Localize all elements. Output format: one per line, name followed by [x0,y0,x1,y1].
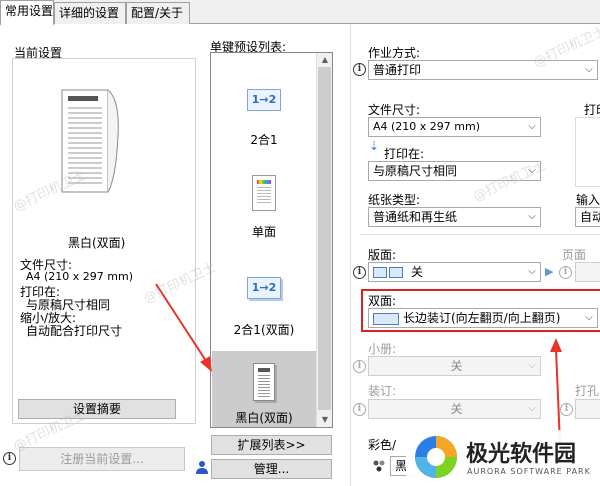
layout-icon [373,267,387,278]
page-border-label: 页面 [562,248,587,262]
duplex-label: 双面: [368,294,397,308]
paper-type-label: 纸张类型: [368,193,421,207]
preset-label: 2合1(双面) [233,323,295,337]
layout-label: 版面: [368,248,397,262]
scroll-thumb[interactable] [318,67,331,410]
preset-label: 单面 [251,225,276,239]
brand-overlay: 极光软件园 AURORA SOFTWARE PARK [406,430,600,486]
scale-value: 自动配合打印尺寸 [26,324,123,338]
input-select[interactable]: 自动 [575,207,600,227]
page-border-select[interactable] [575,262,600,282]
manage-button[interactable]: 管理... [211,459,332,479]
layout-icon [389,267,403,278]
booklet-select[interactable]: 关 ⌵ [368,356,541,376]
duplex-icon [373,312,399,325]
layout-select[interactable]: 关 ⌵ [368,262,541,282]
info-icon: i [3,452,16,465]
duplex-select[interactable]: 长边装订(向左翻页/向上翻页) ⌵ [368,308,598,328]
info-icon: i [353,403,366,416]
brand-subtitle: AURORA SOFTWARE PARK [467,467,591,476]
print-label-partial: 打印 [584,103,600,117]
job-mode-label: 作业方式: [368,46,421,60]
tab-config-about[interactable]: 配置/关于 [126,2,190,24]
input-label: 输入 [576,193,600,207]
preview-caption: 黑白(双面) [68,236,126,250]
tab-detailed-settings[interactable]: 详细的设置 [54,2,126,24]
arrow-down-icon: ⇣ [369,139,380,153]
brand-name: 极光软件园 [466,442,577,467]
single-sided-icon [252,175,276,211]
divider [360,234,600,235]
two-in-one-icon: 1→2 [247,89,281,111]
bw-duplex-icon [253,363,275,401]
file-size-value: A4 (210 x 297 mm) [26,270,134,283]
expand-list-button[interactable]: 扩展列表>> [211,435,332,455]
punch-label: 打孔 [575,384,600,398]
user-icon [196,460,208,474]
chevron-down-icon: ⌵ [528,121,536,132]
preset-item-2in1-duplex[interactable]: 1→2 2合1(双面) [212,273,316,351]
scroll-down-icon[interactable]: ▼ [317,413,332,427]
play-arrow-icon: ▶ [545,265,554,278]
info-icon: i [559,266,572,279]
two-in-one-duplex-icon: 1→2 [247,277,281,299]
preset-label: 2合1 [250,133,278,147]
preset-item-bw-duplex[interactable]: 黑白(双面) [212,351,316,427]
info-icon: i [353,266,366,279]
paper-type-select[interactable]: 普通纸和再生纸 ⌵ [368,207,541,227]
orientation-box [575,117,600,187]
color-label: 彩色/ [368,438,397,452]
job-mode-select[interactable]: 普通打印 ⌵ [368,60,598,80]
color-dots-icon [372,459,386,473]
info-icon: i [353,360,366,373]
binding-select[interactable]: 关 ⌵ [368,399,541,419]
settings-summary-button[interactable]: 设置摘要 [18,399,176,419]
right-print-on-label: 打印在: [384,147,425,161]
binding-label: 装订: [368,384,397,398]
chevron-down-icon: ⌵ [528,360,536,371]
chevron-down-icon: ⌵ [528,403,536,414]
column-divider [350,24,351,486]
preset-listbox[interactable]: 1→2 2合1 单面 1→2 2合1(双面) 黑白(双面) ▲ ▼ [210,52,333,428]
tab-bar: 常用设置 详细的设置 配置/关于 [0,0,600,25]
preset-label: 黑白(双面) [235,411,293,425]
chevron-down-icon: ⌵ [585,312,593,323]
scroll-up-icon[interactable]: ▲ [317,53,332,67]
punch-select[interactable] [575,399,600,419]
preset-item-2in1[interactable]: 1→2 2合1 [212,83,316,157]
booklet-label: 小册: [368,342,397,356]
aurora-logo-icon [412,433,460,481]
tab-common-settings[interactable]: 常用设置 [0,0,54,25]
chevron-down-icon: ⌵ [585,64,593,75]
register-current-settings-button[interactable]: 注册当前设置... [19,447,185,471]
info-icon: i [353,63,366,76]
chevron-down-icon: ⌵ [528,266,536,277]
preset-scrollbar[interactable]: ▲ ▼ [316,53,332,427]
chevron-down-icon: ⌵ [528,211,536,222]
file-size-select[interactable]: A4 (210 x 297 mm) ⌵ [368,117,541,137]
right-file-size-label: 文件尺寸: [368,103,421,117]
preset-item-single-sided[interactable]: 单面 [212,173,316,243]
